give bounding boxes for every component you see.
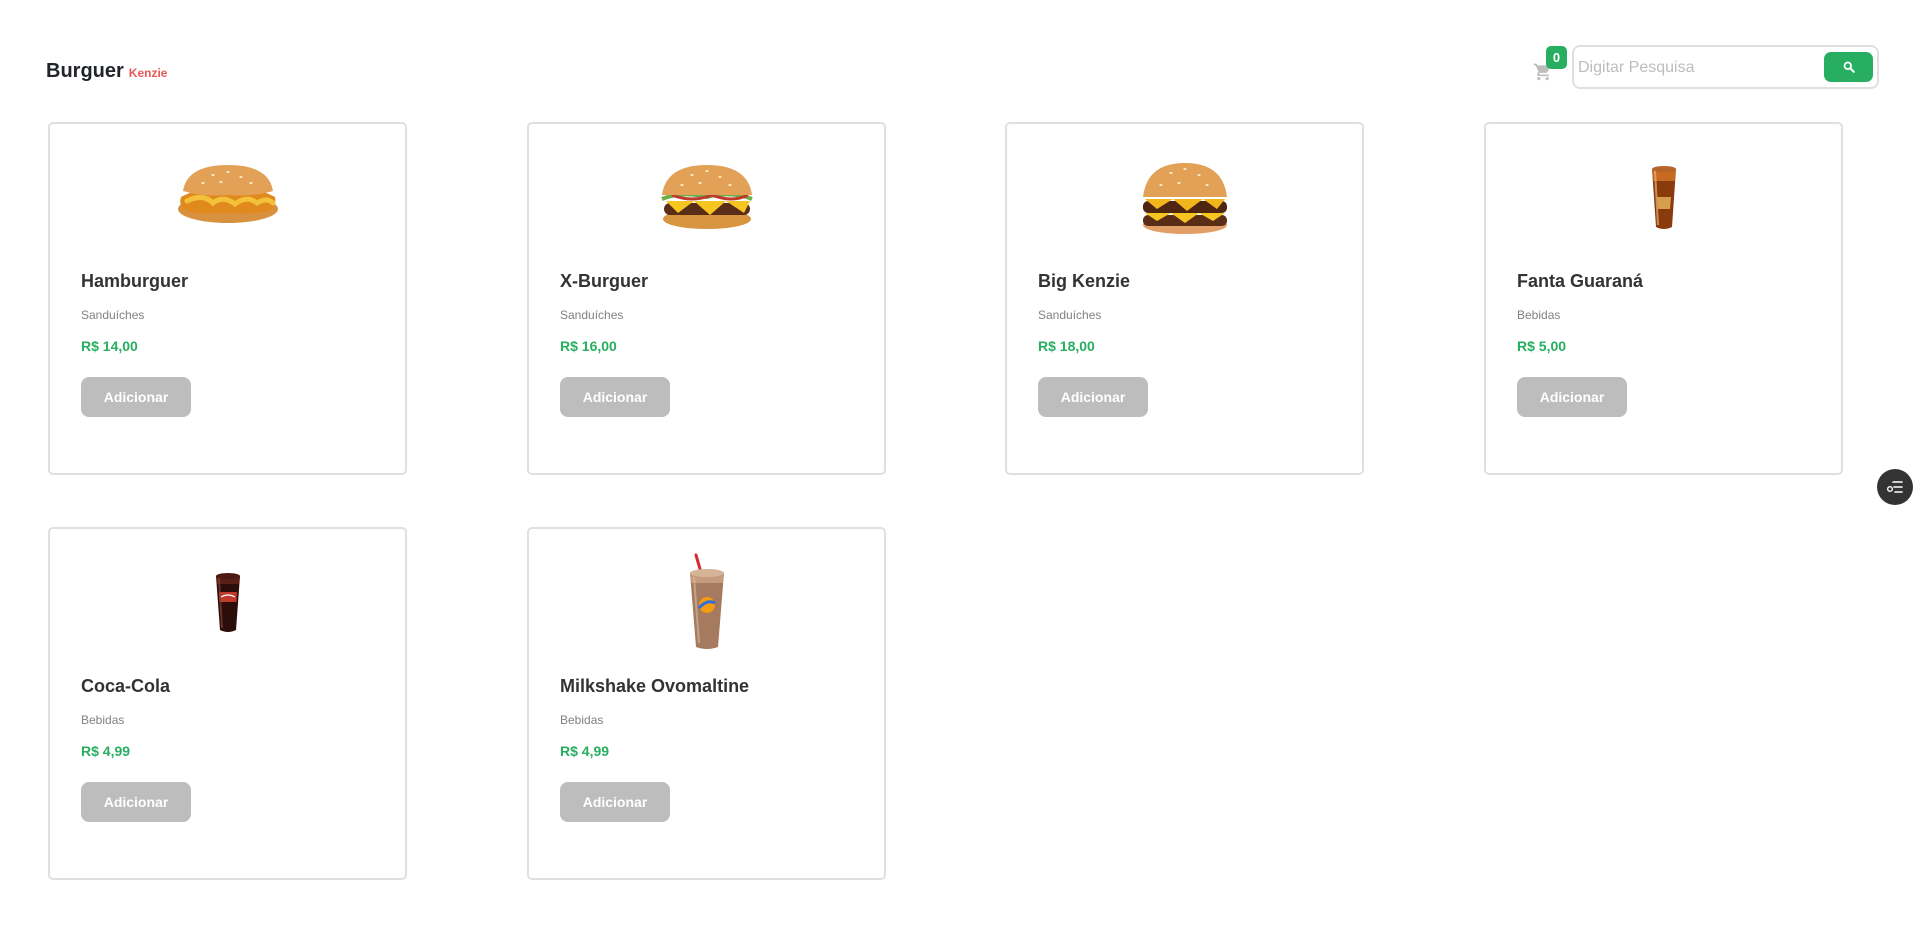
product-image	[1007, 142, 1362, 252]
product-category: Bebidas	[81, 713, 125, 727]
cola-cup-image	[215, 573, 240, 632]
add-to-cart-button[interactable]: Adicionar	[81, 782, 191, 822]
add-to-cart-button[interactable]: Adicionar	[1038, 377, 1148, 417]
cheeseburger-image	[660, 165, 753, 229]
product-image	[50, 142, 405, 252]
product-card: Coca-Cola Bebidas R$ 4,99 Adicionar	[48, 527, 407, 880]
product-image	[529, 142, 884, 252]
product-image	[1486, 142, 1841, 252]
product-price: R$ 16,00	[560, 338, 617, 354]
soda-cup-image	[1651, 166, 1676, 229]
product-name: Big Kenzie	[1038, 271, 1131, 291]
search-bar	[1572, 45, 1879, 89]
filter-list-icon	[1887, 481, 1903, 493]
search-input[interactable]	[1576, 50, 1815, 86]
logo[interactable]: Burguer Kenzie	[46, 60, 167, 83]
search-button[interactable]	[1824, 52, 1873, 82]
add-to-cart-button[interactable]: Adicionar	[81, 377, 191, 417]
cart-count-badge: 0	[1546, 46, 1567, 69]
product-price: R$ 14,00	[81, 338, 138, 354]
product-category: Sanduíches	[560, 308, 624, 322]
product-name: Hamburguer	[81, 271, 189, 291]
product-category: Bebidas	[1517, 308, 1561, 322]
cart-button[interactable]: 0	[1530, 46, 1567, 87]
product-price: R$ 5,00	[1517, 338, 1567, 354]
product-image	[529, 553, 884, 653]
product-card: Big Kenzie Sanduíches R$ 18,00 Adicionar	[1005, 122, 1364, 475]
product-category: Sanduíches	[1038, 308, 1102, 322]
logo-sub-text: Kenzie	[128, 66, 168, 80]
floating-filter-button[interactable]	[1877, 469, 1913, 505]
product-card: Fanta Guaraná Bebidas R$ 5,00 Adicionar	[1484, 122, 1843, 475]
product-card: X-Burguer Sanduíches R$ 16,00 Adicionar	[527, 122, 886, 475]
search-icon	[1843, 61, 1855, 73]
add-to-cart-button[interactable]: Adicionar	[560, 377, 670, 417]
chicken-burger-image	[177, 165, 278, 223]
product-name: X-Burguer	[560, 271, 649, 291]
product-name: Milkshake Ovomaltine	[560, 676, 750, 696]
page: Burguer Kenzie 0 Digitar Pesquisa Hambur…	[0, 0, 1917, 939]
product-card: Milkshake Ovomaltine Bebidas R$ 4,99 Adi…	[527, 527, 886, 880]
product-price: R$ 4,99	[560, 743, 610, 759]
product-name: Fanta Guaraná	[1517, 271, 1644, 291]
product-price: R$ 18,00	[1038, 338, 1095, 354]
add-to-cart-button[interactable]: Adicionar	[1517, 377, 1627, 417]
logo-main-text: Burguer	[46, 60, 124, 82]
product-category: Sanduíches	[81, 308, 145, 322]
product-price: R$ 4,99	[81, 743, 131, 759]
double-burger-image	[1142, 163, 1227, 234]
product-card: Hamburguer Sanduíches R$ 14,00 Adicionar	[48, 122, 407, 475]
add-to-cart-button[interactable]: Adicionar	[560, 782, 670, 822]
milkshake-image	[689, 553, 724, 649]
product-image	[50, 547, 405, 657]
product-name: Coca-Cola	[81, 676, 171, 696]
product-category: Bebidas	[560, 713, 604, 727]
